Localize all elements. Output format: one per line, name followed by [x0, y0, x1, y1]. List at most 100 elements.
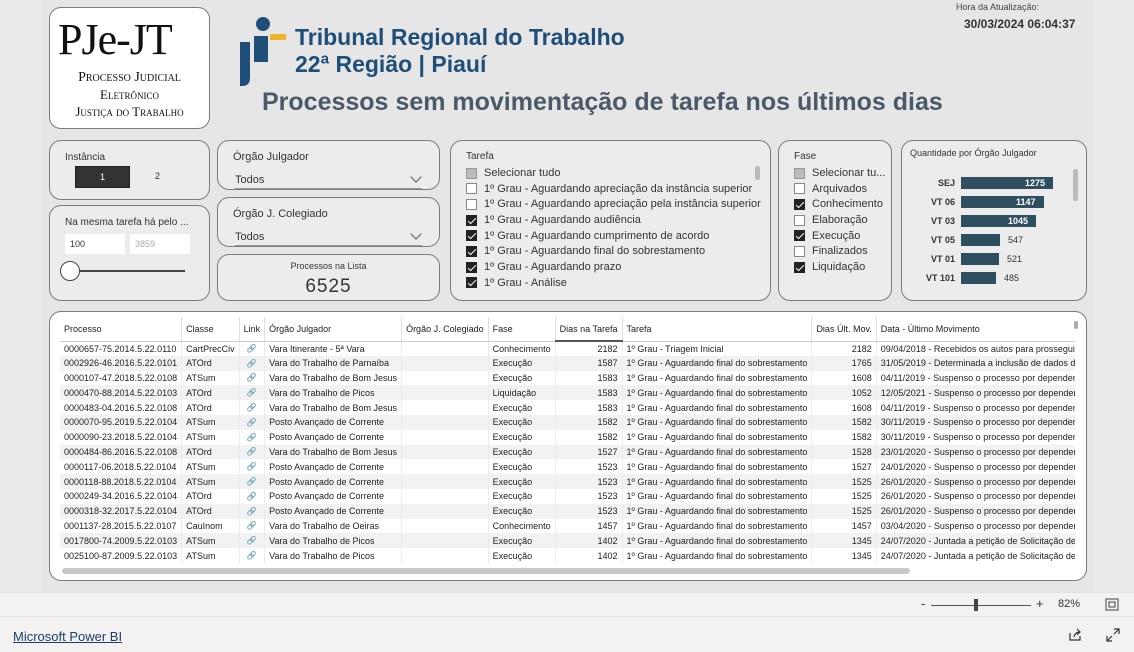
fase-option[interactable]: Elaboração [794, 213, 886, 229]
column-header[interactable]: Tarefa [622, 317, 813, 342]
table-cell: Execução [488, 414, 556, 430]
power-bi-link[interactable]: Microsoft Power BI [13, 629, 122, 644]
share-icon[interactable] [1068, 628, 1082, 642]
tarefa-option[interactable]: 1º Grau - Análise [466, 276, 761, 292]
checkbox-icon[interactable] [794, 167, 805, 179]
table-row[interactable]: 0000470-88.2014.5.22.0103 ATOrd 🔗 Vara do T… [60, 385, 1075, 401]
tarefa-option[interactable]: 1º Grau - Aguardando prazo [466, 260, 761, 276]
min-value-input[interactable]: 100 [65, 234, 125, 254]
checkbox-checked-icon[interactable] [466, 230, 477, 242]
link-icon[interactable]: 🔗 [239, 459, 266, 475]
link-icon[interactable]: 🔗 [239, 429, 266, 445]
chart-bar[interactable] [961, 234, 1000, 246]
checkbox-checked-icon[interactable] [794, 198, 805, 210]
tarefa-scrollbar[interactable] [755, 166, 760, 180]
tarefa-option[interactable]: 1º Grau - Aguardando apreciação da instâ… [466, 182, 761, 198]
table-row[interactable]: 0001137-28.2015.5.22.0107 CauInom 🔗 Vara do… [60, 518, 1075, 534]
link-icon[interactable]: 🔗 [239, 533, 266, 549]
fase-option[interactable]: Arquivados [794, 182, 886, 198]
range-slider-handle[interactable] [60, 261, 80, 281]
link-icon[interactable]: 🔗 [239, 355, 266, 371]
checkbox-checked-icon[interactable] [466, 277, 477, 289]
table-row[interactable]: 0000249-34.2016.5.22.0104 ATOrd 🔗 Posto Ava… [60, 488, 1075, 504]
max-value-input[interactable]: 3859 [130, 234, 190, 254]
tarefa-option[interactable]: Selecionar tudo [466, 166, 761, 182]
link-icon[interactable]: 🔗 [239, 474, 266, 489]
fase-option[interactable]: Execução [794, 229, 886, 245]
table-row[interactable]: 0000483-04.2016.5.22.0108 ATOrd 🔗 Vara do T… [60, 400, 1075, 415]
link-icon[interactable]: 🔗 [239, 488, 266, 504]
column-header[interactable]: Órgão J. Colegiado [401, 317, 489, 342]
table-cell: 1523 [555, 459, 623, 475]
table-cell: 0000249-34.2016.5.22.0104 [60, 488, 183, 504]
orgao-julgador-dropdown[interactable]: Todos [235, 171, 422, 189]
table-cell: 09/04/2018 - Recebidos os autos para pro… [876, 341, 1075, 356]
table-row[interactable]: 0000118-88.2018.5.22.0104 ATSum 🔗 Posto Ava… [60, 474, 1075, 489]
table-row[interactable]: 0000484-86.2016.5.22.0108 ATOrd 🔗 Vara do T… [60, 444, 1075, 460]
zoom-slider-handle[interactable] [974, 599, 978, 611]
zoom-slider-track[interactable] [931, 605, 1031, 606]
link-icon[interactable]: 🔗 [239, 444, 266, 460]
chart-bar[interactable] [961, 272, 996, 284]
table-row[interactable]: 0000657-75.2014.5.22.0110 CartPrecCiv 🔗 Var… [60, 341, 1075, 356]
chart-scrollbar[interactable] [1073, 169, 1078, 201]
zoom-in-button[interactable]: + [1036, 596, 1044, 611]
table-cell: ATSum [181, 533, 240, 549]
table-row[interactable]: 0017800-74.2009.5.22.0103 ATSum 🔗 Vara do T… [60, 533, 1075, 549]
column-header[interactable]: Classe [181, 317, 240, 342]
tarefa-option[interactable]: 1º Grau - Aguardando audiência [466, 213, 761, 229]
page-title: Processos sem movimentação de tarefa nos… [262, 88, 943, 116]
checkbox-icon[interactable] [794, 246, 805, 258]
link-icon[interactable]: 🔗 [239, 400, 266, 415]
instancia-option-1[interactable]: 1 [75, 166, 130, 188]
link-icon[interactable]: 🔗 [239, 414, 266, 430]
column-header[interactable]: Órgão Julgador [264, 317, 403, 342]
tarefa-option[interactable]: 1º Grau - Aguardando final do sobrestame… [466, 244, 761, 260]
checkbox-checked-icon[interactable] [466, 261, 477, 273]
link-icon[interactable]: 🔗 [239, 341, 266, 356]
fit-to-page-icon[interactable] [1105, 598, 1119, 611]
checkbox-checked-icon[interactable] [466, 214, 477, 226]
table-row[interactable]: 0002926-46.2016.5.22.0101 ATOrd 🔗 Vara do T… [60, 355, 1075, 371]
table-row[interactable]: 0025100-87.2009.5.22.0103 ATSum 🔗 Vara do T… [60, 548, 1075, 563]
fase-option[interactable]: Selecionar tu... [794, 166, 886, 182]
checkbox-checked-icon[interactable] [794, 261, 805, 273]
column-header[interactable]: Data - Último Movimento [876, 317, 1075, 342]
column-header[interactable]: Dias Últ. Mov. [811, 317, 877, 342]
tarefa-option[interactable]: 1º Grau - Aguardando apreciação pela ins… [466, 197, 761, 213]
checkbox-icon[interactable] [794, 214, 805, 226]
column-header[interactable]: Link [239, 317, 266, 342]
zoom-out-button[interactable]: - [921, 596, 925, 611]
checkbox-checked-icon[interactable] [794, 230, 805, 242]
chart-bar[interactable] [961, 253, 999, 265]
column-header[interactable]: Processo [60, 317, 183, 342]
link-icon[interactable]: 🔗 [239, 503, 266, 519]
checkbox-icon[interactable] [466, 198, 477, 210]
table-cell: 1º Grau - Aguardando final do sobrestame… [622, 518, 813, 534]
table-row[interactable]: 0000107-47.2018.5.22.0108 ATSum 🔗 Vara do T… [60, 370, 1075, 386]
table-row[interactable]: 0000090-23.2018.5.22.0104 ATSum 🔗 Posto Ava… [60, 429, 1075, 445]
table-row[interactable]: 0000117-06.2018.5.22.0104 ATSum 🔗 Posto Ava… [60, 459, 1075, 475]
table-vertical-scrollbar[interactable] [1074, 321, 1078, 329]
checkbox-checked-icon[interactable] [466, 246, 477, 258]
table-row[interactable]: 0000318-32.2017.5.22.0104 ATOrd 🔗 Posto Ava… [60, 503, 1075, 519]
table-cell: ATOrd [181, 355, 240, 371]
fase-option[interactable]: Liquidação [794, 260, 886, 276]
orgao-colegiado-dropdown[interactable]: Todos [235, 228, 422, 246]
checkbox-icon[interactable] [466, 167, 477, 179]
fase-option[interactable]: Finalizados [794, 244, 886, 260]
checkbox-icon[interactable] [466, 183, 477, 195]
column-header[interactable]: Dias na Tarefa [555, 317, 623, 342]
instancia-option-2[interactable]: 2 [130, 166, 185, 188]
table-horizontal-scrollbar[interactable] [62, 568, 910, 574]
fase-option[interactable]: Conhecimento [794, 197, 886, 213]
tarefa-option[interactable]: 1º Grau - Aguardando cumprimento de acor… [466, 229, 761, 245]
table-row[interactable]: 0000070-95.2019.5.22.0104 ATSum 🔗 Posto Ava… [60, 414, 1075, 430]
column-header[interactable]: Fase [488, 317, 556, 342]
link-icon[interactable]: 🔗 [239, 548, 266, 563]
fullscreen-icon[interactable] [1106, 628, 1120, 642]
checkbox-icon[interactable] [794, 183, 805, 195]
link-icon[interactable]: 🔗 [239, 518, 266, 534]
link-icon[interactable]: 🔗 [239, 385, 266, 401]
link-icon[interactable]: 🔗 [239, 370, 266, 386]
